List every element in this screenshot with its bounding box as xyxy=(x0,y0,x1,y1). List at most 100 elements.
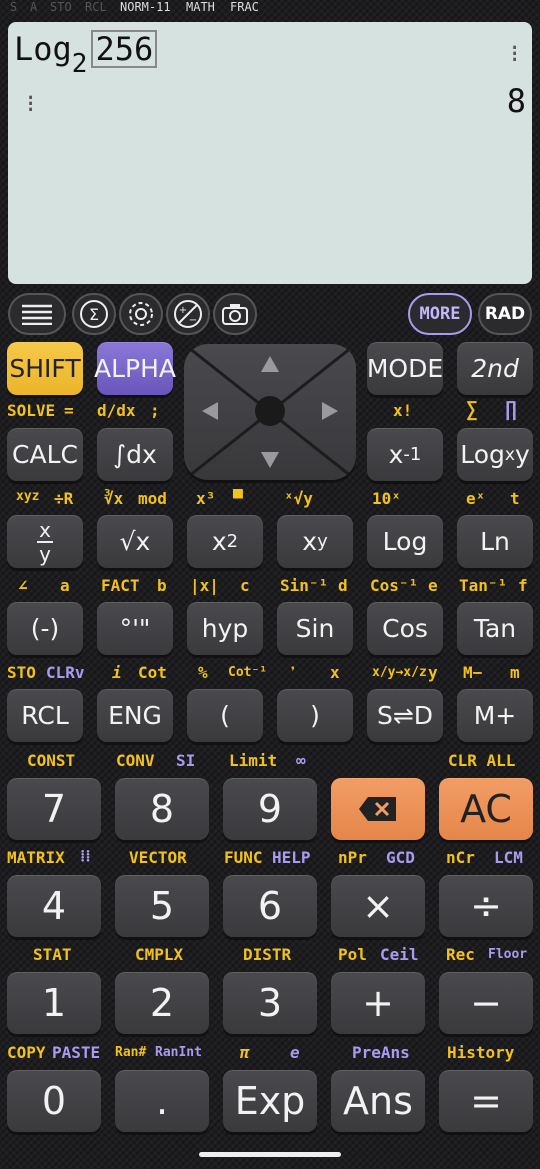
sigma-icon: Σ xyxy=(80,300,108,328)
factorial-label: x! xyxy=(393,401,413,420)
var-x-label: x xyxy=(330,663,340,682)
plus-minus-button[interactable]: + − xyxy=(166,293,210,335)
logxy-key[interactable]: Log x y xyxy=(457,428,533,481)
reciprocal-key[interactable]: x -1 xyxy=(367,428,443,481)
const-label: CONST xyxy=(27,751,76,770)
arrow-left-icon[interactable] xyxy=(200,401,220,421)
settings-button[interactable] xyxy=(119,293,163,335)
paste-label: PASTE xyxy=(52,1043,101,1062)
square-key[interactable]: x2 xyxy=(187,515,263,568)
t-label: t xyxy=(510,489,520,508)
abs-label: |x| xyxy=(190,576,219,595)
home-indicator[interactable] xyxy=(199,1152,341,1157)
cos-key[interactable]: Cos xyxy=(367,602,443,655)
key-3[interactable]: 3 xyxy=(223,972,317,1034)
pol-label: Pol xyxy=(338,945,367,964)
left-paren-key[interactable]: ( xyxy=(187,689,263,742)
ans-key[interactable]: Ans xyxy=(331,1070,425,1132)
sto-label: STO xyxy=(7,663,36,682)
cmplx-label: CMPLX xyxy=(135,945,184,964)
matrix-label: MATRIX xyxy=(7,848,65,867)
integral-key[interactable]: ∫dx xyxy=(97,428,173,481)
key-4[interactable]: 4 xyxy=(7,875,101,937)
arrow-down-icon[interactable] xyxy=(260,450,280,470)
sqrt-key[interactable]: √x xyxy=(97,515,173,568)
ln-key[interactable]: Ln xyxy=(457,515,533,568)
eng-key[interactable]: ENG xyxy=(97,689,173,742)
fraction-top: x xyxy=(39,517,51,542)
stat-label: STAT xyxy=(33,945,72,964)
tan-key[interactable]: Tan xyxy=(457,602,533,655)
clr-all-label: CLR ALL xyxy=(448,751,516,770)
direction-pad[interactable] xyxy=(184,344,356,480)
menu-button[interactable] xyxy=(8,293,66,335)
key-8[interactable]: 8 xyxy=(115,778,209,840)
conv-label: CONV xyxy=(116,751,155,770)
angle-mode-button[interactable]: RAD xyxy=(478,293,532,335)
sd-key[interactable]: S⇌D xyxy=(367,689,443,742)
vector-label: VECTOR xyxy=(129,848,187,867)
comma-label: ❜ xyxy=(288,663,298,682)
copy-label: COPY xyxy=(7,1043,46,1062)
floor-label: Floor xyxy=(488,947,528,962)
fact-label: FACT xyxy=(101,576,140,595)
multiply-key[interactable]: × xyxy=(331,875,425,937)
sin-key[interactable]: Sin xyxy=(277,602,353,655)
more-dots-icon[interactable]: · · · xyxy=(508,38,521,72)
negative-key[interactable]: (-) xyxy=(7,602,83,655)
power-exp: y xyxy=(317,531,328,552)
rec-label: Rec xyxy=(446,945,475,964)
ten-power-label: 10ˣ xyxy=(372,489,401,508)
expression-arg: 256 xyxy=(91,30,158,68)
expression: Log2 256 xyxy=(14,30,158,79)
divide-key[interactable]: ÷ xyxy=(439,875,533,937)
right-paren-key[interactable]: ) xyxy=(277,689,353,742)
log-key[interactable]: Log xyxy=(367,515,443,568)
alpha-key[interactable]: ALPHA xyxy=(94,342,176,395)
exp-key[interactable]: Exp xyxy=(223,1070,317,1132)
key-5[interactable]: 5 xyxy=(115,875,209,937)
arrow-up-icon[interactable] xyxy=(260,354,280,374)
calc-key[interactable]: CALC xyxy=(7,428,83,481)
m-plus-key[interactable]: M+ xyxy=(457,689,533,742)
camera-button[interactable] xyxy=(213,293,257,335)
key-7[interactable]: 7 xyxy=(7,778,101,840)
arrow-right-icon[interactable] xyxy=(320,401,340,421)
fraction-key[interactable]: x y xyxy=(7,515,83,568)
shift-key[interactable]: SHIFT xyxy=(7,342,83,395)
calculator-display[interactable]: Log2 256 · · · · · · 8 xyxy=(8,22,532,284)
degree-key[interactable]: °'" xyxy=(97,602,173,655)
backspace-icon xyxy=(359,797,396,821)
rcl-key[interactable]: RCL xyxy=(7,689,83,742)
plus-key[interactable]: + xyxy=(331,972,425,1034)
second-key[interactable]: 2nd xyxy=(457,342,533,395)
key-6[interactable]: 6 xyxy=(223,875,317,937)
fraction-bottom: y xyxy=(39,541,51,566)
history-dots-icon[interactable]: · · · xyxy=(24,88,37,122)
minus-key[interactable]: − xyxy=(439,972,533,1034)
e-power-label: eˣ xyxy=(466,489,486,508)
equals-key[interactable]: = xyxy=(439,1070,533,1132)
power-key[interactable]: xy xyxy=(277,515,353,568)
hyp-key[interactable]: hyp xyxy=(187,602,263,655)
key-2[interactable]: 2 xyxy=(115,972,209,1034)
logxy-main: Log xyxy=(460,440,505,469)
acot-label: Cot⁻¹ xyxy=(228,665,268,680)
asin-label: Sin⁻¹ xyxy=(280,576,329,595)
mode-key[interactable]: MODE xyxy=(367,342,443,395)
menu-icon xyxy=(22,304,52,325)
imag-label: i xyxy=(112,663,122,682)
key-1[interactable]: 1 xyxy=(7,972,101,1034)
more-button[interactable]: MORE xyxy=(408,293,472,335)
key-9[interactable]: 9 xyxy=(223,778,317,840)
flag-sto: STO xyxy=(50,0,72,14)
delete-key[interactable] xyxy=(331,778,425,840)
key-0[interactable]: 0 xyxy=(7,1070,101,1132)
ranint-label: RanInt xyxy=(155,1045,202,1060)
var-c-label: c xyxy=(240,576,250,595)
svg-text:Σ: Σ xyxy=(89,305,99,324)
ac-key[interactable]: AC xyxy=(439,778,533,840)
sigma-button[interactable]: Σ xyxy=(72,293,116,335)
decimal-key[interactable]: . xyxy=(115,1070,209,1132)
equals-label: = xyxy=(64,401,74,420)
